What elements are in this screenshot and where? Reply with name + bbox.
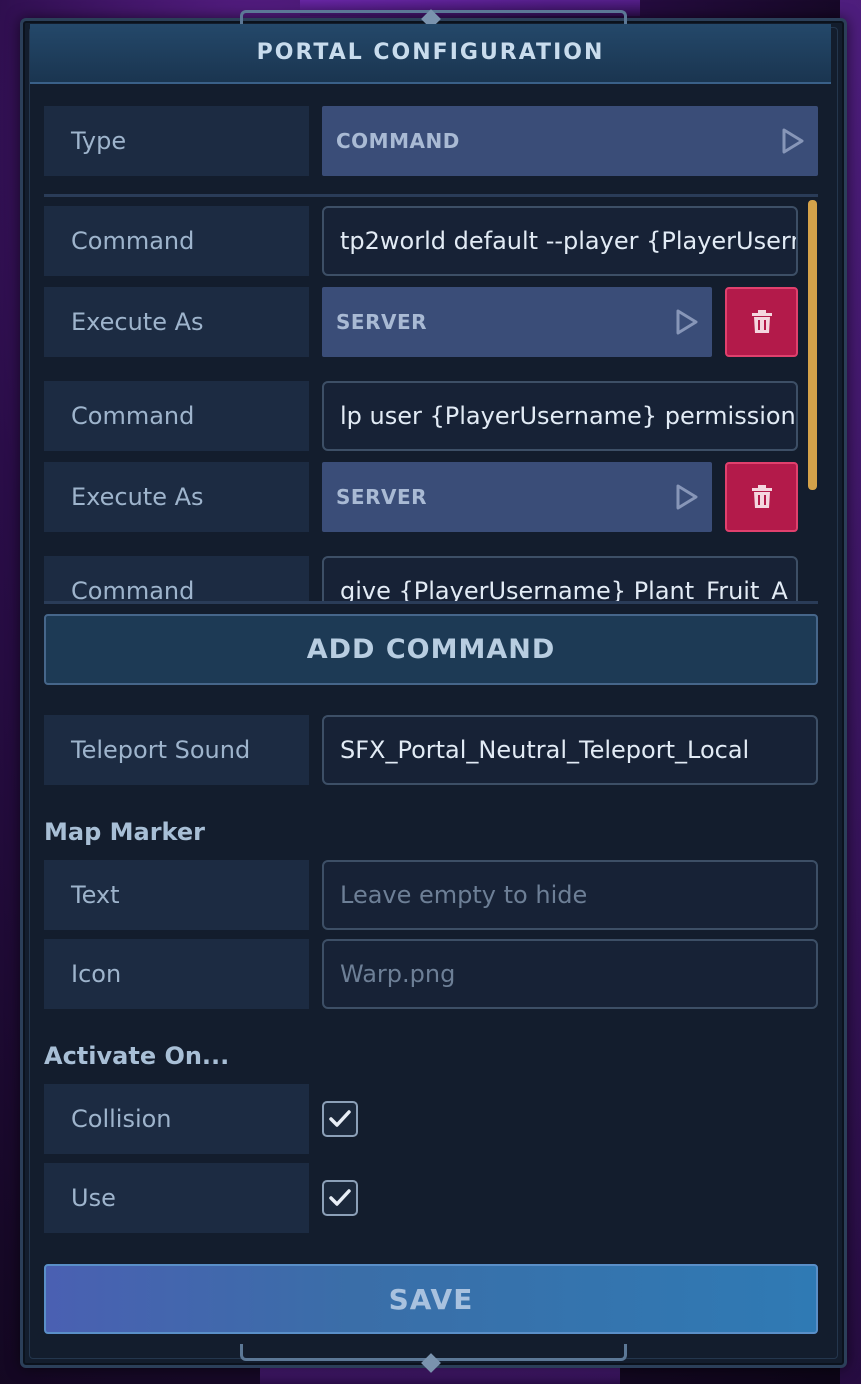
marker-icon-label: Icon [44,939,309,1009]
type-select-value: COMMAND [336,129,460,153]
marker-text-input[interactable]: Leave empty to hide [322,860,818,930]
execute-as-label: Execute As [44,287,309,357]
command-label: Command [44,381,309,451]
trash-icon [751,310,772,333]
command-list[interactable]: Command tp2world default --player {Playe… [44,194,818,604]
execute-as-label: Execute As [44,462,309,532]
delete-command-button[interactable] [725,287,798,357]
command-input[interactable]: lp user {PlayerUsername} permission [322,381,798,451]
execute-as-select[interactable]: SERVER [322,287,712,357]
command-label: Command [44,206,309,276]
marker-icon-input[interactable]: Warp.png [322,939,818,1009]
dialog-title: PORTAL CONFIGURATION [256,40,605,65]
triangle-right-icon [782,128,804,154]
collision-checkbox[interactable] [322,1101,358,1137]
use-label: Use [44,1163,309,1233]
marker-text-label: Text [44,860,309,930]
checkmark-icon [329,1189,351,1206]
triangle-right-icon [676,484,698,510]
background-streak [260,1366,620,1384]
add-command-button[interactable]: ADD COMMAND [44,614,818,685]
type-select[interactable]: COMMAND [322,106,818,176]
dialog-header: PORTAL CONFIGURATION [30,24,831,84]
scrollbar-thumb[interactable] [808,200,817,490]
execute-as-select[interactable]: SERVER [322,462,712,532]
delete-command-button[interactable] [725,462,798,532]
execute-as-value: SERVER [336,310,428,334]
command-input[interactable]: tp2world default --player {PlayerUsernam… [322,206,798,276]
trash-icon [751,485,772,508]
teleport-sound-input[interactable]: SFX_Portal_Neutral_Teleport_Local [322,715,818,785]
save-button[interactable]: SAVE [44,1264,818,1334]
map-marker-heading: Map Marker [44,818,205,846]
use-checkbox[interactable] [322,1180,358,1216]
command-label: Command [44,556,309,601]
triangle-right-icon [676,309,698,335]
collision-label: Collision [44,1084,309,1154]
command-input[interactable]: give {PlayerUsername} Plant_Fruit_A [322,556,798,601]
execute-as-value: SERVER [336,485,428,509]
teleport-sound-label: Teleport Sound [44,715,309,785]
type-label: Type [44,106,309,176]
activate-on-heading: Activate On... [44,1042,230,1070]
checkmark-icon [329,1110,351,1127]
